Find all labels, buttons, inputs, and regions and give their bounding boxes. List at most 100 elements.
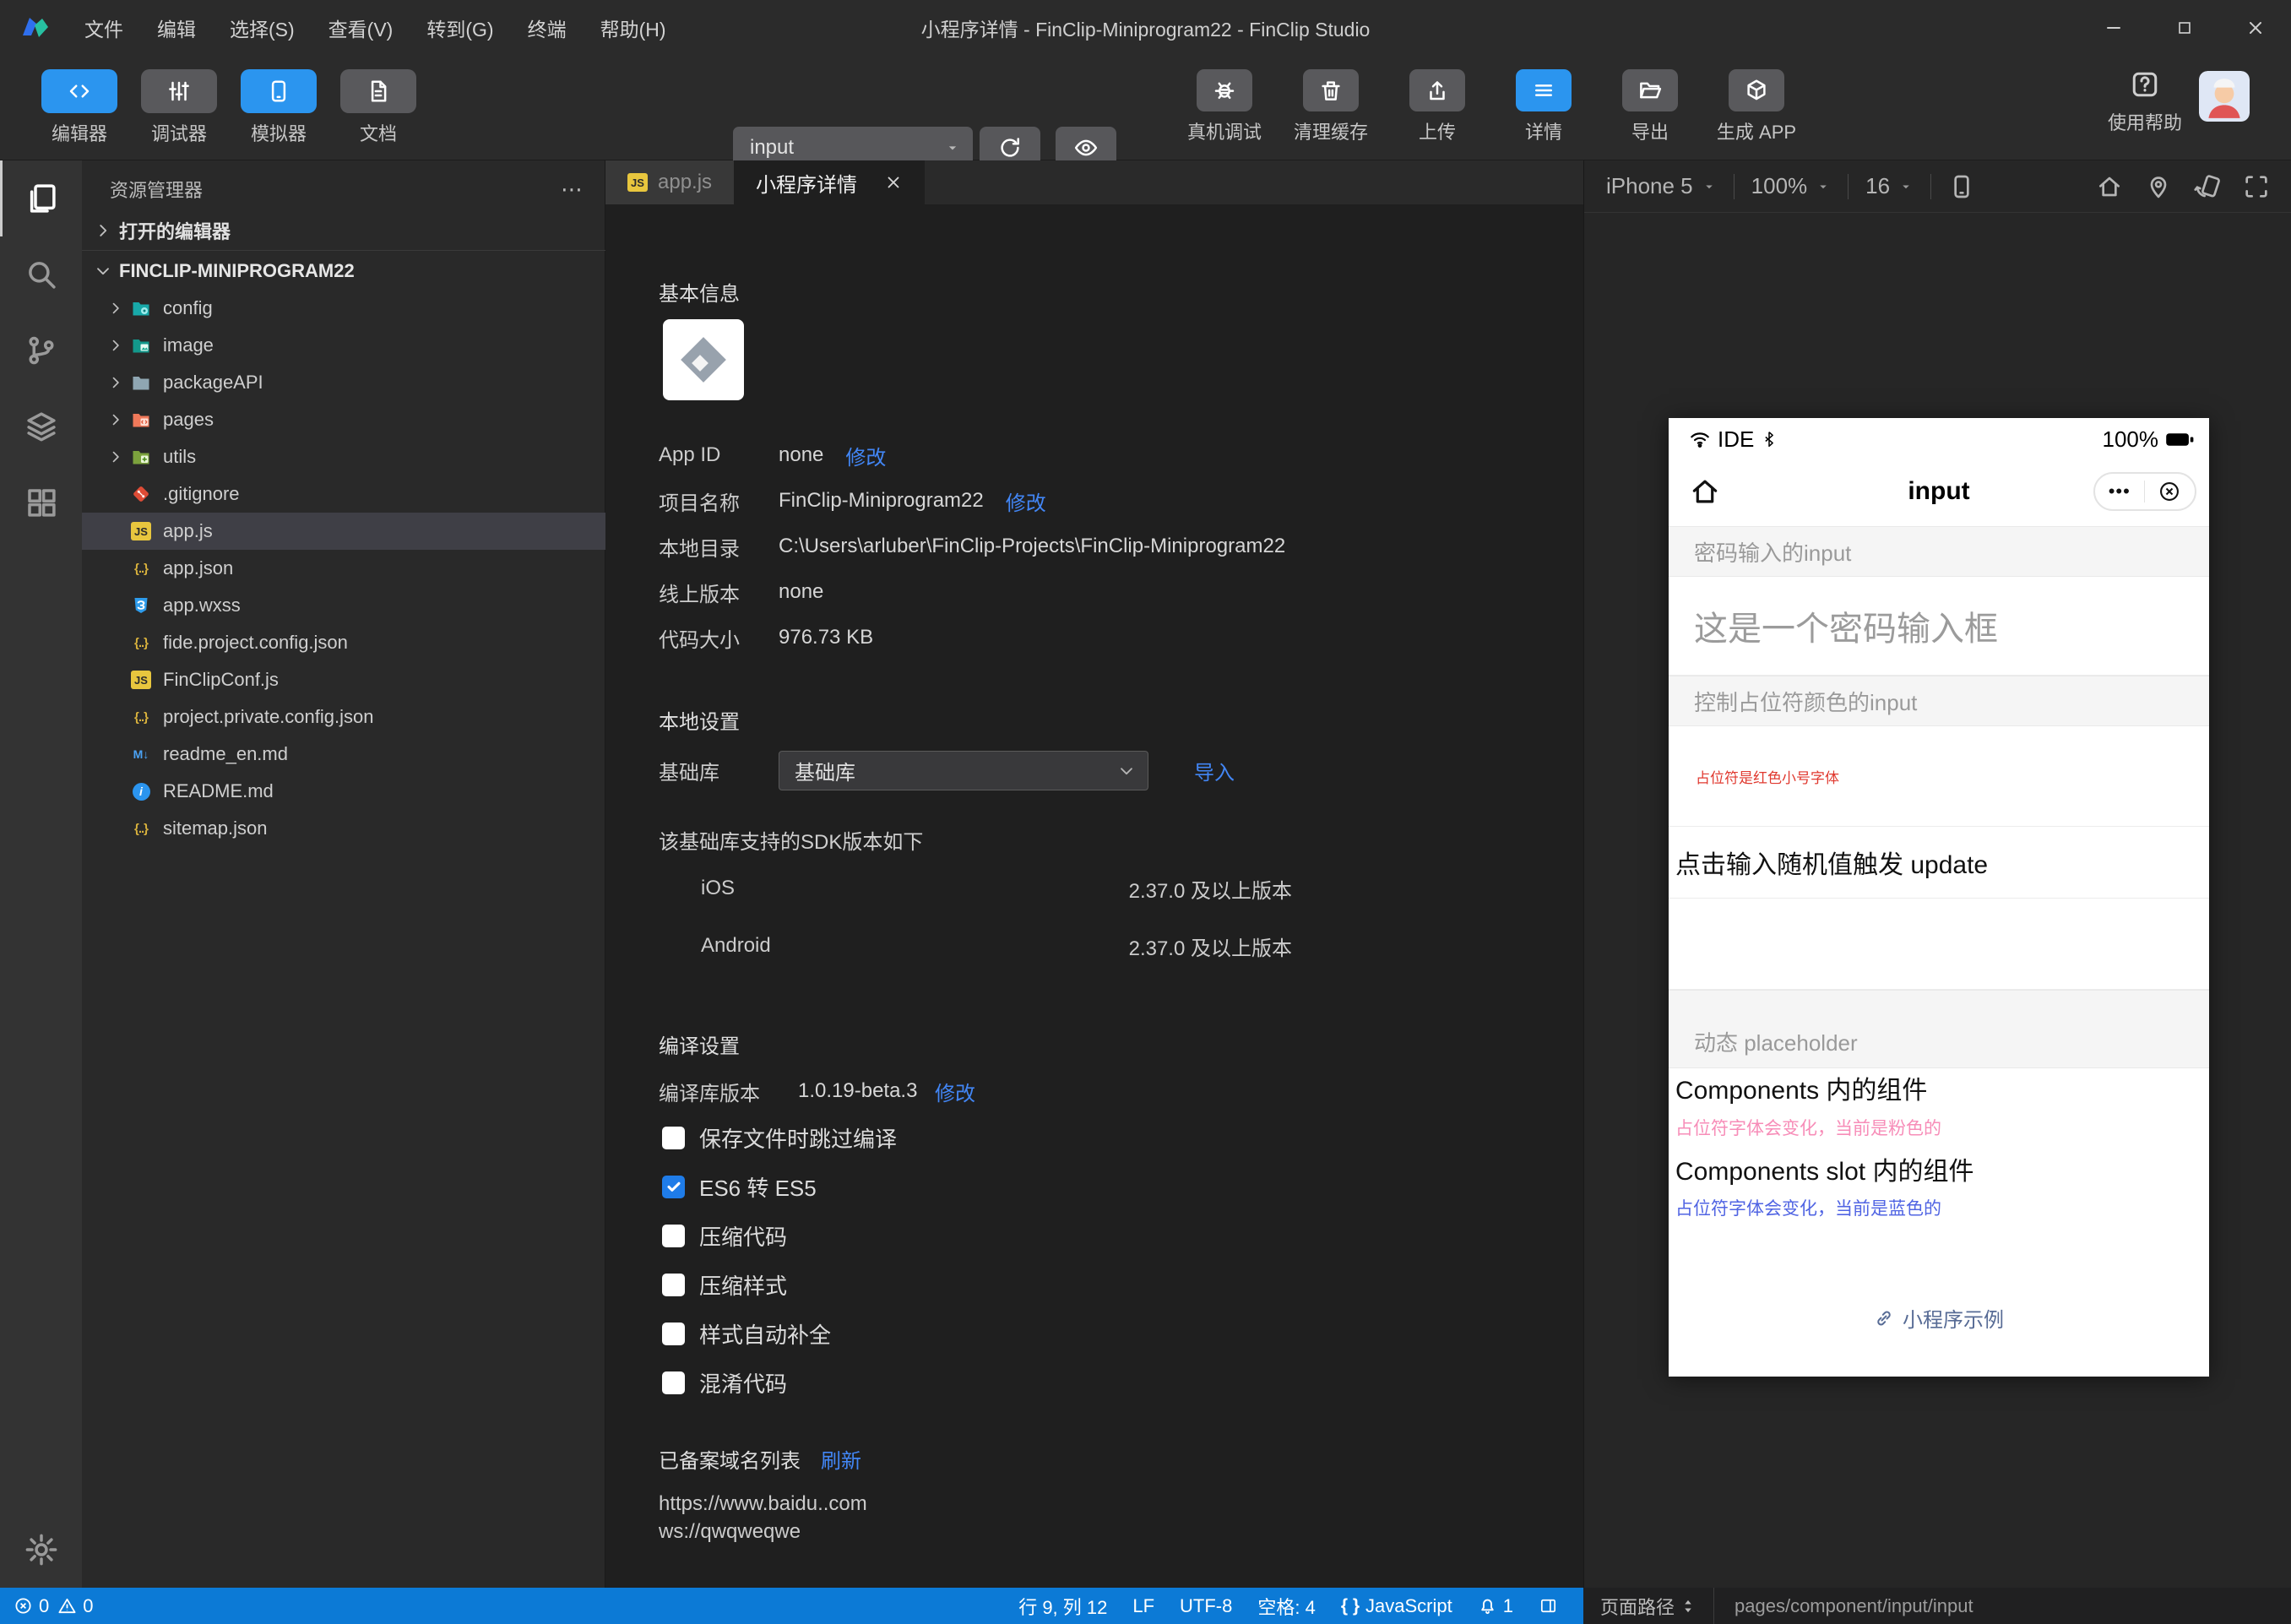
menu-item-6[interactable]: 帮助(H) xyxy=(600,14,666,42)
compile-option-2[interactable]: 压缩代码 xyxy=(662,1211,1253,1260)
modify-link[interactable]: 修改 xyxy=(845,441,886,470)
maximize-button[interactable] xyxy=(2149,0,2220,56)
tree-item-readme_en.md[interactable]: M↓ readme_en.md xyxy=(82,736,605,773)
miniprogram-example-link[interactable]: 小程序示例 xyxy=(1669,1303,2209,1333)
problems-errors[interactable]: 0 xyxy=(14,1595,49,1617)
activity-search-button[interactable] xyxy=(0,236,82,312)
eye-icon xyxy=(1073,135,1099,160)
cursor-position[interactable]: 行 9, 列 12 xyxy=(1018,1593,1107,1620)
action-button-1[interactable]: 清理缓存 xyxy=(1290,69,1371,144)
tree-item-fide.project.config.json[interactable]: {..} fide.project.config.json xyxy=(82,624,605,661)
open-editors-section[interactable]: 打开的编辑器 xyxy=(82,211,605,251)
tree-item-app.wxss[interactable]: app.wxss xyxy=(82,587,605,624)
checkbox-icon[interactable] xyxy=(662,1224,685,1247)
mode-button-3[interactable]: 文档 xyxy=(338,69,419,146)
device-select[interactable]: iPhone 5 xyxy=(1606,173,1717,199)
blue-placeholder-input[interactable]: 占位符字体会变化，当前是蓝色的 xyxy=(1675,1195,1941,1220)
activity-layers-button[interactable] xyxy=(0,388,82,464)
device-frame-icon[interactable] xyxy=(1948,173,1975,200)
close-circle-icon[interactable] xyxy=(2158,480,2181,503)
more-actions-icon[interactable]: ⋯ xyxy=(561,177,584,203)
checkbox-icon[interactable] xyxy=(662,1126,685,1149)
tree-item-README.md[interactable]: i README.md xyxy=(82,773,605,810)
page-path-selector[interactable]: 页面路径 xyxy=(1583,1593,1697,1620)
mode-button-1[interactable]: 调试器 xyxy=(138,69,220,146)
compile-option-0[interactable]: 保存文件时跳过编译 xyxy=(662,1113,1253,1162)
mode-button-0[interactable]: 编辑器 xyxy=(39,69,120,146)
checkbox-icon[interactable] xyxy=(662,1273,685,1296)
compile-option-5[interactable]: 混淆代码 xyxy=(662,1358,1253,1407)
close-button[interactable] xyxy=(2220,0,2291,56)
red-placeholder-input[interactable]: 占位符是红色小号字体 xyxy=(1669,726,2209,826)
random-value-input[interactable] xyxy=(1669,899,2209,990)
compile-option-1[interactable]: ES6 转 ES5 xyxy=(662,1162,1253,1211)
error-icon xyxy=(14,1596,33,1616)
menu-item-1[interactable]: 编辑 xyxy=(157,14,196,42)
menu-item-0[interactable]: 文件 xyxy=(84,14,123,42)
menu-item-2[interactable]: 选择(S) xyxy=(230,14,295,42)
tree-item-image[interactable]: image xyxy=(82,327,605,364)
tree-item-app.js[interactable]: JS app.js xyxy=(82,513,605,550)
menu-item-3[interactable]: 查看(V) xyxy=(328,14,394,42)
tree-item-sitemap.json[interactable]: {..} sitemap.json xyxy=(82,810,605,847)
settings-gear-button[interactable] xyxy=(0,1512,82,1588)
avatar[interactable] xyxy=(2199,71,2250,122)
compile-option-3[interactable]: 压缩样式 xyxy=(662,1260,1253,1309)
section-band: 密码输入的input xyxy=(1669,526,2209,577)
tree-item-FinClipConf.js[interactable]: JS FinClipConf.js xyxy=(82,661,605,698)
indent-indicator[interactable]: 空格: 4 xyxy=(1257,1593,1315,1620)
tree-item-project.private.config.json[interactable]: {..} project.private.config.json xyxy=(82,698,605,736)
page-select-value: input xyxy=(750,136,795,159)
layout-icon[interactable] xyxy=(1539,1596,1558,1616)
tree-item-utils[interactable]: utils xyxy=(82,438,605,475)
menu-item-4[interactable]: 转到(G) xyxy=(426,14,493,42)
fontsize-select[interactable]: 16 xyxy=(1865,173,1914,199)
close-tab-icon[interactable] xyxy=(884,173,903,192)
activity-branch-button[interactable] xyxy=(0,312,82,388)
problems-warnings[interactable]: 0 xyxy=(57,1595,94,1617)
tree-item-.gitignore[interactable]: .gitignore xyxy=(82,475,605,513)
compile-ver-modify-link[interactable]: 修改 xyxy=(935,1077,975,1106)
tab-0[interactable]: JS app.js xyxy=(605,160,735,204)
checkbox-icon[interactable] xyxy=(662,1175,685,1198)
checkbox-icon[interactable] xyxy=(662,1322,685,1345)
action-button-0[interactable]: 真机调试 xyxy=(1184,69,1265,144)
encoding-indicator[interactable]: UTF-8 xyxy=(1180,1595,1232,1617)
pink-placeholder-input[interactable]: 占位符字体会变化，当前是粉色的 xyxy=(1675,1115,1941,1140)
wifi-icon xyxy=(1689,428,1711,450)
tree-item-packageAPI[interactable]: packageAPI xyxy=(82,364,605,401)
activity-files-button[interactable] xyxy=(0,160,82,236)
location-button[interactable] xyxy=(2145,173,2172,200)
project-root[interactable]: FINCLIP-MINIPROGRAM22 xyxy=(82,252,605,290)
eol-indicator[interactable]: LF xyxy=(1132,1595,1154,1617)
tab-1[interactable]: 小程序详情 xyxy=(734,160,926,204)
home-button[interactable] xyxy=(2096,173,2123,200)
compile-option-4[interactable]: 样式自动补全 xyxy=(662,1309,1253,1358)
language-indicator[interactable]: { } JavaScript xyxy=(1341,1595,1452,1617)
activity-extensions-button[interactable] xyxy=(0,464,82,540)
rotate-device-button[interactable] xyxy=(2194,173,2221,200)
menu-item-5[interactable]: 终端 xyxy=(528,14,567,42)
action-button-2[interactable]: 上传 xyxy=(1397,69,1478,144)
minimize-button[interactable] xyxy=(2078,0,2149,56)
tree-item-pages[interactable]: pages xyxy=(82,401,605,438)
import-link[interactable]: 导入 xyxy=(1194,756,1235,785)
tree-item-app.json[interactable]: {..} app.json xyxy=(82,550,605,587)
statusbar: 0 0 行 9, 列 12 LF UTF-8 空格: 4 { } JavaScr… xyxy=(0,1588,2291,1624)
scan-button[interactable] xyxy=(2243,173,2270,200)
action-button-4[interactable]: 导出 xyxy=(1610,69,1691,144)
modify-link[interactable]: 修改 xyxy=(1006,486,1046,516)
action-button-3[interactable]: 详情 xyxy=(1503,69,1584,144)
action-button-5[interactable]: 生成 APP xyxy=(1716,69,1797,144)
more-dots-icon[interactable]: ••• xyxy=(2109,482,2131,501)
zoom-select[interactable]: 100% xyxy=(1751,173,1832,199)
notifications[interactable]: 1 xyxy=(1478,1595,1513,1617)
help-button[interactable]: 使用帮助 xyxy=(2108,69,2182,135)
baselib-select[interactable]: 基础库 xyxy=(779,751,1148,790)
tree-item-config[interactable]: config xyxy=(82,290,605,327)
refresh-link[interactable]: 刷新 xyxy=(821,1444,861,1474)
checkbox-icon[interactable] xyxy=(662,1371,685,1394)
mode-button-2[interactable]: 模拟器 xyxy=(238,69,319,146)
baselib-label: 基础库 xyxy=(659,761,719,785)
password-input[interactable]: 这是一个密码输入框 xyxy=(1669,577,2209,676)
